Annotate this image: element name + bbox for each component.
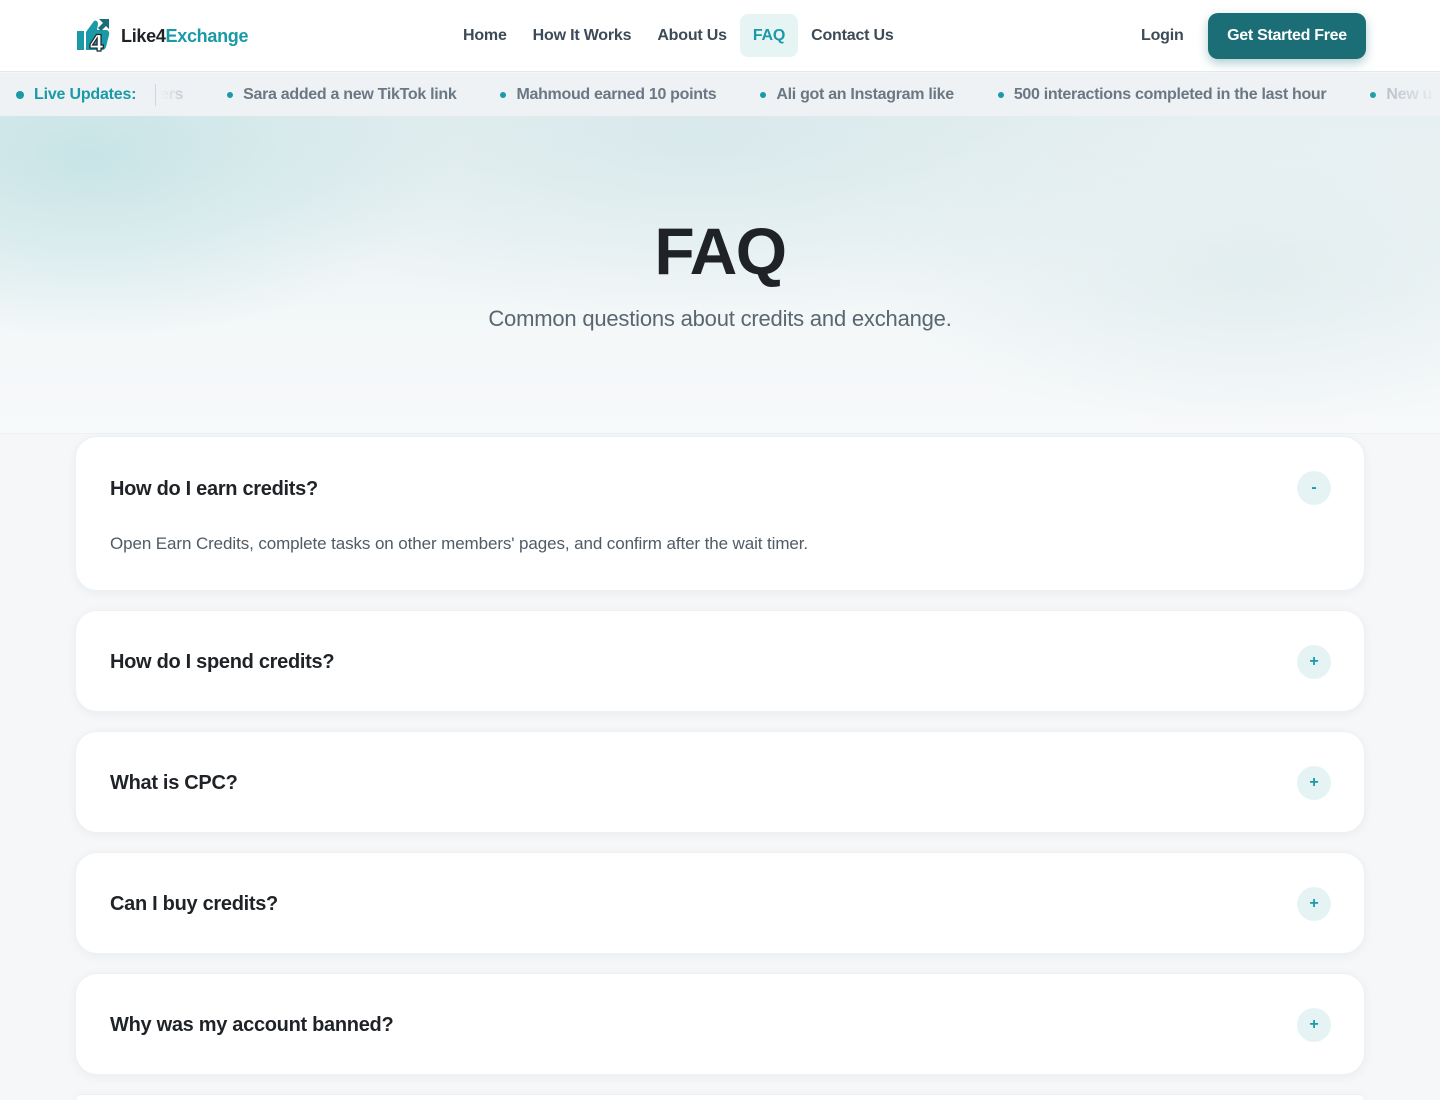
expand-plus-icon[interactable]: + (1297, 887, 1331, 921)
page-title: FAQ (654, 214, 787, 288)
get-started-button[interactable]: Get Started Free (1208, 13, 1366, 59)
ticker-item: New u (1370, 86, 1432, 104)
ticker-item: Ali got an Instagram like (760, 86, 954, 104)
faq-question[interactable]: How do I earn credits? (110, 475, 318, 503)
expand-plus-icon[interactable]: + (1297, 1008, 1331, 1042)
faq-question[interactable]: How do I spend credits? (110, 648, 335, 676)
ticker-divider (155, 84, 156, 106)
ticker-item: 500 interactions completed in the last h… (997, 86, 1327, 104)
bullet-dot-icon (500, 91, 507, 98)
logo-thumbs-up-icon: 4 (74, 17, 112, 58)
brand-name: Like4Exchange (121, 26, 248, 47)
ticker-item: Mahmoud earned 10 points (500, 86, 717, 104)
nav-about-us[interactable]: About Us (644, 14, 740, 57)
ticker-label: Live Updates: (16, 73, 137, 116)
nav-contact-us[interactable]: Contact Us (798, 14, 906, 57)
nav-how-it-works[interactable]: How It Works (520, 14, 645, 57)
faq-item-what-is-cpc[interactable]: What is CPC? + (75, 731, 1365, 833)
live-updates-ticker: Live Updates: ers Sara added a new TikTo… (0, 73, 1440, 116)
bullet-dot-icon (1370, 91, 1377, 98)
site-header: 4 Like4Exchange Home How It Works About … (0, 0, 1440, 72)
expand-plus-icon[interactable]: + (1297, 645, 1331, 679)
ticker-track: ers Sara added a new TikTok link Mahmoud… (160, 73, 1440, 116)
page-subtitle: Common questions about credits and excha… (488, 306, 952, 331)
faq-item-partial (75, 1094, 1365, 1100)
faq-question[interactable]: Why was my account banned? (110, 1011, 394, 1039)
bullet-dot-icon (760, 91, 767, 98)
faq-item-account-banned[interactable]: Why was my account banned? + (75, 973, 1365, 1075)
expand-plus-icon[interactable]: + (1297, 766, 1331, 800)
svg-text:4: 4 (89, 32, 104, 55)
ticker-items: ers Sara added a new TikTok link Mahmoud… (160, 73, 1440, 116)
faq-item-spend-credits[interactable]: How do I spend credits? + (75, 610, 1365, 712)
live-dot-icon (16, 90, 24, 99)
brand-logo[interactable]: 4 Like4Exchange (74, 17, 248, 58)
faq-question[interactable]: What is CPC? (110, 769, 238, 797)
faq-item-earn-credits[interactable]: How do I earn credits? - Open Earn Credi… (75, 436, 1365, 591)
ticker-item: ers (160, 85, 184, 103)
nav-faq[interactable]: FAQ (739, 14, 799, 57)
ticker-item: Sara added a new TikTok link (227, 86, 457, 104)
collapse-minus-icon[interactable]: - (1297, 471, 1331, 505)
faq-item-buy-credits[interactable]: Can I buy credits? + (75, 852, 1365, 954)
faq-hero: FAQ Common questions about credits and e… (0, 116, 1440, 434)
brand-name-part2: Exchange (165, 25, 249, 46)
nav-home[interactable]: Home (450, 14, 520, 57)
bullet-dot-icon (997, 91, 1004, 98)
faq-answer: Open Earn Credits, complete tasks on oth… (110, 534, 808, 553)
main-nav: Home How It Works About Us FAQ Contact U… (450, 14, 907, 57)
faq-question[interactable]: Can I buy credits? (110, 890, 278, 918)
ticker-label-text: Live Updates: (34, 86, 137, 103)
bullet-dot-icon (227, 91, 234, 98)
login-link[interactable]: Login (1141, 14, 1184, 57)
brand-name-part1: Like4 (121, 25, 166, 46)
